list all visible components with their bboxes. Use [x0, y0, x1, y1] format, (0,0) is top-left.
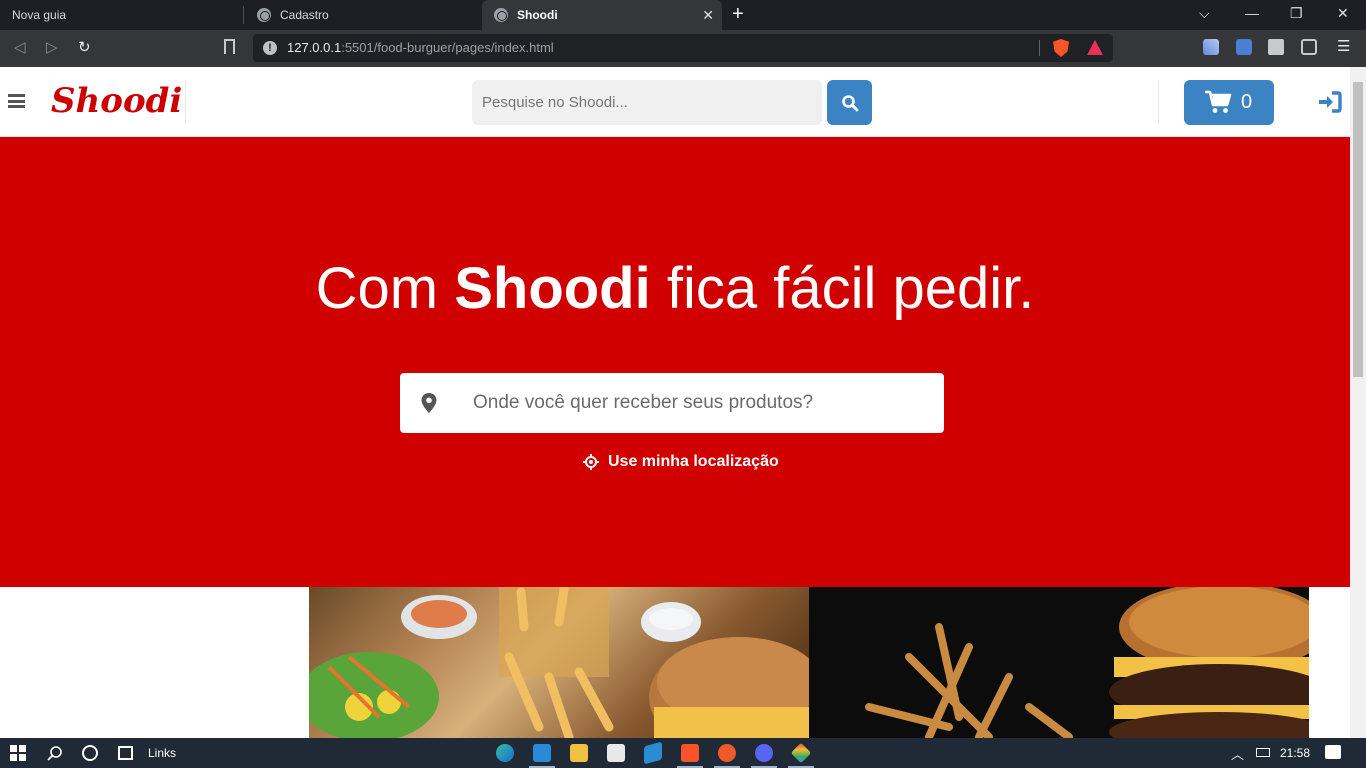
- tab-title: Cadastro: [280, 8, 329, 22]
- taskbar-links-toolbar[interactable]: Links: [148, 746, 176, 760]
- site-logo[interactable]: Shoodi: [51, 81, 182, 121]
- site-info-icon[interactable]: !: [263, 41, 277, 55]
- search-icon: [841, 94, 858, 111]
- use-my-location-label: Use minha localização: [608, 453, 779, 470]
- pen-extension-icon[interactable]: [1203, 39, 1219, 55]
- hamburger-menu-icon[interactable]: [8, 94, 25, 108]
- cart-icon: [1205, 90, 1232, 113]
- os-taskbar: Links ︿ 21:58: [0, 738, 1366, 768]
- windows-start-icon[interactable]: [10, 745, 26, 761]
- tab-title: Shoodi: [517, 8, 558, 22]
- delivery-address-input[interactable]: [460, 383, 930, 423]
- crosshair-icon: [583, 454, 599, 470]
- map-pin-icon: [421, 393, 437, 413]
- puzzle-extensions-icon[interactable]: [1268, 39, 1284, 55]
- cortana-icon[interactable]: [82, 745, 98, 761]
- minimize-button[interactable]: —: [1245, 5, 1259, 21]
- url-host: 127.0.0.1: [287, 40, 342, 55]
- git-kraken-icon[interactable]: [790, 742, 812, 764]
- search-icon[interactable]: [47, 745, 63, 764]
- hero-title-brand: Shoodi: [454, 256, 651, 321]
- battery-icon[interactable]: [1256, 748, 1270, 757]
- tab-divider: [243, 6, 244, 24]
- location-search-box: [400, 373, 944, 433]
- header-divider: [185, 80, 186, 123]
- vscode-icon[interactable]: [533, 744, 551, 762]
- sign-in-icon[interactable]: [1318, 91, 1342, 113]
- store-icon[interactable]: [607, 744, 625, 762]
- url-divider: [1039, 40, 1040, 56]
- food-illustration: [865, 587, 1309, 738]
- task-view-icon[interactable]: [118, 746, 133, 760]
- wallet-icon[interactable]: [1301, 39, 1317, 55]
- search-button[interactable]: [827, 80, 872, 125]
- food-illustration: [309, 587, 809, 738]
- brave-shields-icon[interactable]: [1053, 39, 1069, 57]
- page-scrollbar[interactable]: [1350, 67, 1366, 738]
- new-tab-button[interactable]: +: [732, 3, 744, 26]
- tab-search-chevron-icon[interactable]: ⌵: [1199, 5, 1210, 22]
- taskbar-clock[interactable]: 21:58: [1280, 746, 1310, 760]
- cart-count: 0: [1241, 91, 1253, 113]
- use-my-location-link[interactable]: Use minha localização: [583, 453, 779, 471]
- burger-fries-salad-photo: [309, 587, 809, 738]
- tab-nova-guia[interactable]: Nova guia: [0, 0, 243, 30]
- hero-title-prefix: Com: [315, 256, 455, 321]
- site-header: Shoodi 0: [0, 67, 1350, 137]
- close-tab-icon[interactable]: ✕: [702, 7, 714, 24]
- notifications-icon[interactable]: [1325, 745, 1341, 759]
- url-path: :5501/food-burguer/pages/index.html: [341, 40, 554, 55]
- search-input[interactable]: [472, 80, 822, 125]
- bookmark-icon[interactable]: [224, 39, 235, 54]
- browser-toolbar: ◁ ▷ ↻ ! 127.0.0.1:5501/food-burguer/page…: [0, 30, 1366, 67]
- origin-icon[interactable]: [718, 744, 736, 762]
- hero-section: Com Shoodi fica fácil pedir. Use minha l…: [0, 137, 1350, 587]
- brave-rewards-icon[interactable]: [1087, 40, 1103, 55]
- restore-button[interactable]: ❐: [1290, 5, 1303, 22]
- reload-button[interactable]: ↻: [78, 38, 91, 56]
- dropbox-icon[interactable]: [644, 741, 662, 765]
- tab-shoodi[interactable]: Shoodi ✕: [482, 0, 722, 30]
- tab-cadastro[interactable]: Cadastro: [245, 0, 482, 30]
- header-divider: [1158, 80, 1159, 123]
- close-window-button[interactable]: ✕: [1337, 5, 1349, 22]
- globe-icon: [257, 8, 271, 22]
- scrollbar-thumb[interactable]: [1353, 82, 1363, 377]
- tab-title: Nova guia: [12, 8, 67, 22]
- back-button[interactable]: ◁: [14, 38, 26, 56]
- burger-fries-dark-photo: [809, 587, 1309, 738]
- hero-title: Com Shoodi fica fácil pedir.: [0, 255, 1350, 322]
- browser-tab-strip: Nova guia Cadastro Shoodi ✕ + ⌵ — ❐ ✕: [0, 0, 1366, 30]
- file-explorer-icon[interactable]: [570, 744, 588, 762]
- brave-icon[interactable]: [681, 744, 699, 762]
- menu-icon[interactable]: ☰: [1337, 37, 1350, 55]
- globe-icon: [494, 8, 508, 22]
- forward-button[interactable]: ▷: [46, 38, 58, 56]
- translate-extension-icon[interactable]: [1236, 39, 1252, 55]
- address-bar[interactable]: ! 127.0.0.1:5501/food-burguer/pages/inde…: [253, 34, 1113, 62]
- cart-button[interactable]: 0: [1184, 80, 1274, 125]
- hero-title-suffix: fica fácil pedir.: [650, 256, 1035, 321]
- tray-chevron-up-icon[interactable]: ︿: [1231, 744, 1244, 763]
- discord-icon[interactable]: [755, 744, 773, 762]
- url-text[interactable]: 127.0.0.1:5501/food-burguer/pages/index.…: [287, 40, 554, 55]
- edge-icon[interactable]: [496, 744, 514, 762]
